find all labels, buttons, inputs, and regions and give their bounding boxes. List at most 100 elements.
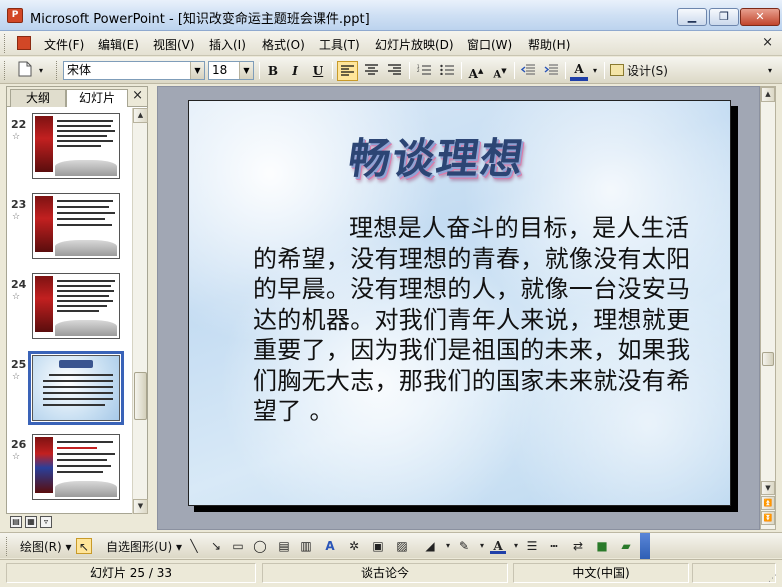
slide-thumbnail-26[interactable] xyxy=(32,434,120,500)
decrease-indent-icon[interactable] xyxy=(518,61,538,81)
tab-slides[interactable]: 幻灯片 xyxy=(66,89,128,107)
increase-indent-icon[interactable] xyxy=(541,61,561,81)
diagram-icon[interactable]: ✲ xyxy=(346,538,362,554)
scroll-up-icon[interactable]: ▲ xyxy=(133,108,148,123)
scroll-up-icon[interactable]: ▲ xyxy=(761,87,775,102)
menu-window[interactable]: 窗口(W) xyxy=(467,36,512,53)
pane-tabs: 大纲 幻灯片 × xyxy=(7,87,147,107)
slide-sorter-icon[interactable]: ▦ xyxy=(25,516,37,528)
toolbar-options-icon[interactable] xyxy=(640,533,650,559)
thumb-text-line xyxy=(57,310,99,312)
thumb-text-line xyxy=(57,125,111,127)
autoshapes-button[interactable]: 自选图形(U) ▾ xyxy=(106,538,182,555)
menu-help[interactable]: 帮助(H) xyxy=(528,36,570,53)
draw-menu-button[interactable]: 绘图(R) ▾ xyxy=(20,538,72,555)
chevron-down-icon[interactable]: ▾ xyxy=(508,538,524,554)
align-left-icon[interactable] xyxy=(337,61,358,81)
slide-title[interactable]: 畅谈理想 xyxy=(345,125,530,186)
toolbar-grip[interactable] xyxy=(6,537,9,556)
chevron-down-icon[interactable]: ▾ xyxy=(36,61,46,81)
slide-thumbnail-24[interactable] xyxy=(32,273,120,339)
chevron-down-icon[interactable]: ▼ xyxy=(190,62,204,79)
line-color-icon[interactable]: ✎ xyxy=(456,538,472,554)
normal-view-icon[interactable]: ▤ xyxy=(10,516,22,528)
current-slide[interactable]: 畅谈理想 理想是人奋斗的目标，是人生活的希望，没有理想的青春，就像没有太阳的早晨… xyxy=(188,100,731,506)
slideshow-view-icon[interactable]: ▿ xyxy=(40,516,52,528)
numbered-list-icon[interactable]: 12 xyxy=(414,61,434,81)
slides-pane-scrollbar[interactable]: ▲ ▼ xyxy=(132,108,148,514)
align-right-icon[interactable] xyxy=(384,61,404,81)
restore-button[interactable]: ❐ xyxy=(709,8,739,26)
slide-thumbnail-25[interactable] xyxy=(28,351,124,425)
transition-star-icon: ☆ xyxy=(12,372,21,382)
new-document-icon[interactable] xyxy=(16,61,34,81)
menu-file[interactable]: 文件(F) xyxy=(44,36,84,53)
menu-view[interactable]: 视图(V) xyxy=(153,36,195,53)
toolbar-options-icon[interactable]: ▾ xyxy=(764,61,776,81)
bulleted-list-icon[interactable] xyxy=(437,61,457,81)
document-icon[interactable] xyxy=(17,36,31,50)
fill-color-icon[interactable]: ◢ xyxy=(422,538,438,554)
arrow-style-icon[interactable]: ⇄ xyxy=(570,538,586,554)
line-style-icon[interactable]: ☰ xyxy=(524,538,540,554)
next-slide-icon[interactable]: ⏬ xyxy=(761,511,775,525)
scroll-down-icon[interactable]: ▼ xyxy=(133,499,148,514)
dash-style-icon[interactable]: ┅ xyxy=(546,538,562,554)
close-icon[interactable]: × xyxy=(132,88,143,103)
picture-icon[interactable]: ▨ xyxy=(394,538,410,554)
scroll-down-icon[interactable]: ▼ xyxy=(761,481,775,495)
toolbar-grip-2[interactable] xyxy=(56,61,59,80)
close-button[interactable]: ✕ xyxy=(740,8,780,26)
menu-slideshow[interactable]: 幻灯片放映(D) xyxy=(375,36,454,53)
powerpoint-icon[interactable]: P xyxy=(7,8,23,23)
scrollbar-thumb[interactable] xyxy=(762,352,774,366)
font-color-icon[interactable]: A xyxy=(570,61,588,81)
chevron-down-icon[interactable]: ▾ xyxy=(590,61,600,81)
increase-font-icon[interactable]: A▲ xyxy=(466,61,486,81)
arrow-icon[interactable]: ↘ xyxy=(208,538,224,554)
resize-grip-icon[interactable]: ⋰ xyxy=(768,573,780,585)
3d-icon[interactable]: ▰ xyxy=(618,538,634,554)
menu-insert[interactable]: 插入(I) xyxy=(209,36,246,53)
menu-grip[interactable] xyxy=(4,34,7,53)
vertical-textbox-icon[interactable]: ▥ xyxy=(298,538,314,554)
chevron-down-icon[interactable]: ▾ xyxy=(440,538,456,554)
chevron-down-icon[interactable]: ▾ xyxy=(474,538,490,554)
minimize-button[interactable]: ▁ xyxy=(677,8,707,26)
slide-thumbnail-22[interactable] xyxy=(32,113,120,179)
wordart-icon[interactable]: A xyxy=(322,538,338,554)
clipart-icon[interactable]: ▣ xyxy=(370,538,386,554)
toolbar-grip[interactable] xyxy=(4,61,7,80)
scrollbar-thumb[interactable] xyxy=(134,372,147,420)
design-button[interactable]: 设计(S) xyxy=(610,61,674,81)
toolbar-separator xyxy=(514,62,515,79)
thumb-text-line xyxy=(57,130,115,132)
tab-outline[interactable]: 大纲 xyxy=(10,89,66,107)
textbox-icon[interactable]: ▤ xyxy=(276,538,292,554)
font-name-combo[interactable]: 宋体 ▼ xyxy=(63,61,205,80)
toolbar-separator xyxy=(461,62,462,79)
menu-format[interactable]: 格式(O) xyxy=(262,36,305,53)
document-close-button[interactable]: × xyxy=(762,35,773,50)
bold-button[interactable]: B xyxy=(264,61,282,81)
menu-tools[interactable]: 工具(T) xyxy=(319,36,360,53)
select-objects-icon[interactable]: ↖ xyxy=(76,538,92,554)
shadow-icon[interactable]: ■ xyxy=(594,538,610,554)
thumb-text-line xyxy=(57,135,107,137)
thumb-text-line xyxy=(57,280,115,282)
line-icon[interactable]: ╲ xyxy=(186,538,202,554)
decrease-font-icon[interactable]: A▼ xyxy=(490,61,510,81)
chevron-down-icon[interactable]: ▼ xyxy=(239,62,253,79)
slide-thumbnail-23[interactable] xyxy=(32,193,120,259)
slide-body-text[interactable]: 理想是人奋斗的目标，是人生活的希望，没有理想的青春，就像没有太阳的早晨。没有理想… xyxy=(253,213,709,427)
rectangle-icon[interactable]: ▭ xyxy=(230,538,246,554)
font-color-icon[interactable]: A xyxy=(490,538,506,554)
menu-edit[interactable]: 编辑(E) xyxy=(98,36,139,53)
underline-button[interactable]: U xyxy=(309,61,327,81)
slide-scrollbar[interactable]: ▲ ▼ ⏫ ⏬ xyxy=(760,86,776,530)
italic-button[interactable]: I xyxy=(286,61,304,81)
oval-icon[interactable]: ◯ xyxy=(252,538,268,554)
align-center-icon[interactable] xyxy=(361,61,381,81)
previous-slide-icon[interactable]: ⏫ xyxy=(761,496,775,510)
font-size-combo[interactable]: 18 ▼ xyxy=(208,61,254,80)
